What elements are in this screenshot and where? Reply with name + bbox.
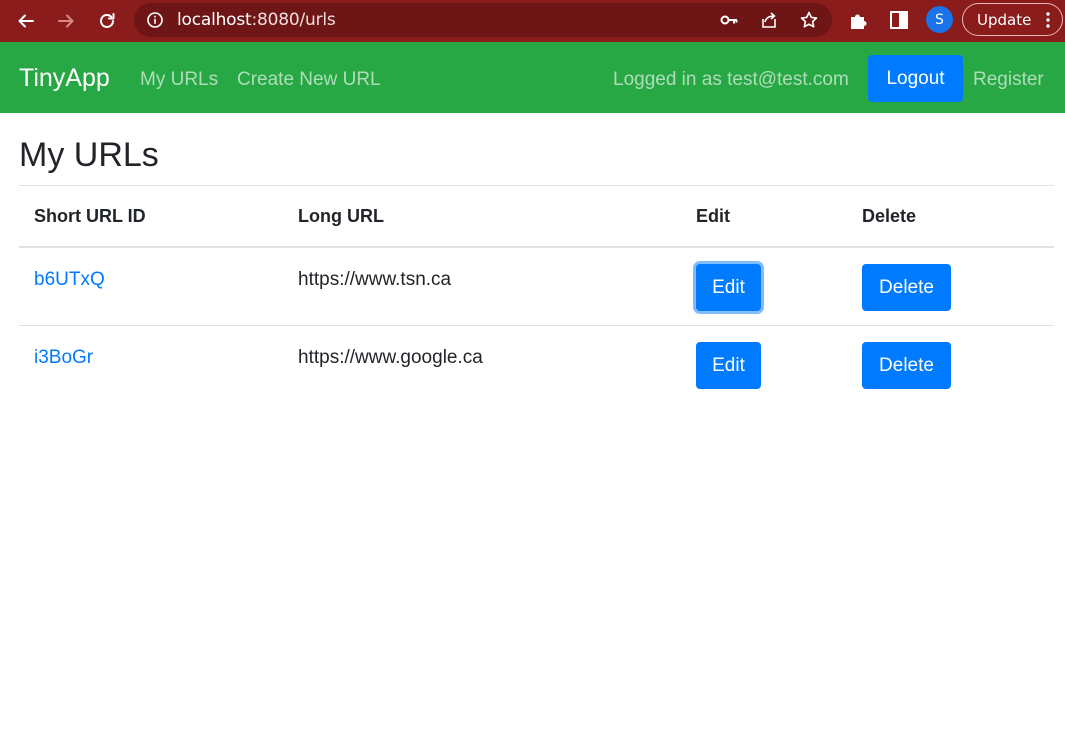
long-url-text: https://www.google.ca	[298, 347, 483, 368]
table-row: b6UTxQ https://www.tsn.ca Edit Delete	[19, 248, 1054, 326]
long-url-text: https://www.tsn.ca	[298, 269, 452, 290]
edit-button[interactable]: Edit	[696, 264, 761, 311]
column-header-short-url: Short URL ID	[34, 206, 146, 226]
address-bar[interactable]: localhost:8080/urls	[134, 3, 832, 37]
short-url-link[interactable]: b6UTxQ	[34, 269, 105, 291]
browser-toolbar: localhost:8080/urls S Update	[0, 0, 1065, 42]
logout-button[interactable]: Logout	[868, 55, 963, 102]
column-header-edit: Edit	[696, 206, 730, 226]
brand-link[interactable]: TinyApp	[19, 64, 110, 93]
short-url-link[interactable]: i3BoGr	[34, 347, 93, 369]
table-row: i3BoGr https://www.google.ca Edit Delete	[19, 326, 1054, 404]
extension-puzzle-icon[interactable]	[848, 9, 870, 31]
delete-button[interactable]: Delete	[862, 342, 951, 389]
page-title: My URLs	[19, 136, 159, 174]
nav-my-urls[interactable]: My URLs	[140, 69, 218, 91]
side-panel-icon[interactable]	[888, 9, 910, 31]
star-icon[interactable]	[799, 10, 819, 30]
key-icon[interactable]	[719, 10, 739, 30]
register-link[interactable]: Register	[973, 69, 1044, 91]
url-text: localhost:8080/urls	[177, 10, 336, 30]
logged-in-text: Logged in as test@test.com	[613, 69, 849, 90]
delete-button[interactable]: Delete	[862, 264, 951, 311]
back-arrow-icon[interactable]	[13, 8, 39, 34]
table-divider	[19, 185, 1054, 186]
app-navbar: TinyApp My URLs Create New URL Logged in…	[0, 42, 1065, 113]
update-button[interactable]: Update	[962, 3, 1063, 36]
kebab-menu-icon[interactable]	[1046, 12, 1050, 28]
info-icon[interactable]	[146, 11, 164, 29]
reload-icon[interactable]	[94, 8, 120, 34]
forward-arrow-icon[interactable]	[53, 8, 79, 34]
nav-create-new-url[interactable]: Create New URL	[237, 69, 381, 91]
column-header-delete: Delete	[862, 206, 917, 226]
edit-button[interactable]: Edit	[696, 342, 761, 389]
share-icon[interactable]	[759, 10, 779, 30]
avatar[interactable]: S	[926, 6, 953, 33]
column-header-long-url: Long URL	[298, 206, 384, 226]
